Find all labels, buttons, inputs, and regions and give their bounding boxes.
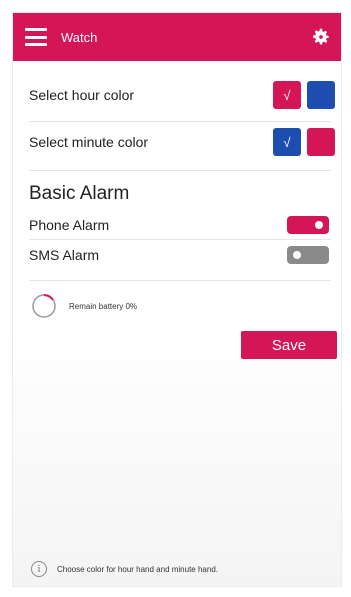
sms-alarm-toggle[interactable] <box>287 246 329 264</box>
hamburger-menu-icon[interactable] <box>25 28 47 46</box>
gear-icon[interactable] <box>311 27 331 47</box>
hour-color-row: Select hour color √ <box>13 69 341 121</box>
app-title: Watch <box>61 29 98 45</box>
battery-text: Remain battery 0% <box>69 301 138 311</box>
minute-color-label: Select minute color <box>29 134 149 150</box>
hour-color-blue-swatch[interactable] <box>307 81 335 109</box>
battery-status: Remain battery 0% <box>13 281 341 331</box>
sms-alarm-row: SMS Alarm <box>13 240 341 270</box>
hour-color-label: Select hour color <box>29 87 135 103</box>
minute-color-swatches: √ <box>273 128 335 156</box>
phone-alarm-label: Phone Alarm <box>29 217 110 233</box>
minute-color-row: Select minute color √ <box>13 122 341 162</box>
save-button[interactable]: Save <box>241 331 337 359</box>
sms-alarm-label: SMS Alarm <box>29 247 100 263</box>
battery-progress-ring <box>32 294 56 318</box>
hour-color-pink-swatch[interactable]: √ <box>273 81 301 109</box>
app-screen: Watch Select hour color √ Select minute … <box>12 12 342 587</box>
footer-hint-text: Choose color for hour hand and minute ha… <box>57 564 218 574</box>
minute-color-blue-swatch[interactable]: √ <box>273 128 301 156</box>
basic-alarm-title: Basic Alarm <box>29 183 130 204</box>
phone-alarm-row: Phone Alarm <box>13 211 341 239</box>
footer-hint: i Choose color for hour hand and minute … <box>31 561 218 577</box>
toggle-knob <box>293 251 301 259</box>
hour-color-swatches: √ <box>273 81 335 109</box>
minute-color-pink-swatch[interactable] <box>307 128 335 156</box>
app-bar: Watch <box>13 13 341 61</box>
info-icon: i <box>31 561 47 577</box>
toggle-knob <box>315 221 323 229</box>
phone-alarm-toggle[interactable] <box>287 216 329 234</box>
